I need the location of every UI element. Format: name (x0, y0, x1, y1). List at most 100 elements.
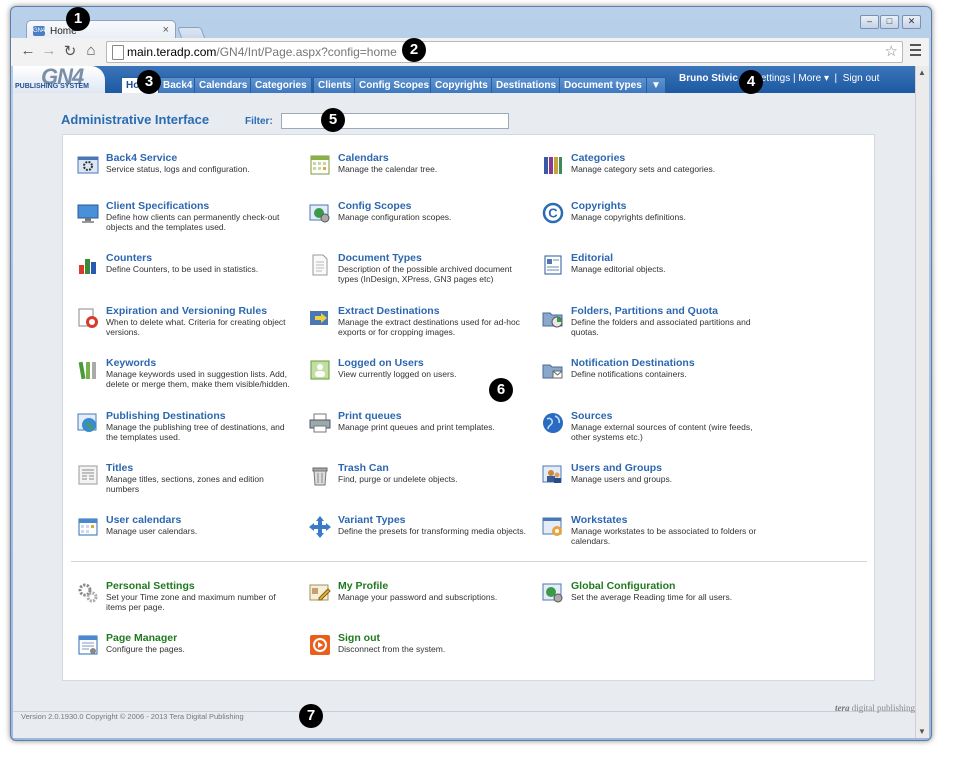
admin-item-title[interactable]: Workstates (571, 514, 627, 526)
nav-tab-more[interactable]: ▼ (646, 77, 666, 93)
document-icon[interactable] (309, 254, 331, 276)
admin-item-description: Define the presets for transforming medi… (338, 526, 527, 536)
signout-icon[interactable] (309, 634, 331, 656)
personal-item-title[interactable]: Sign out (338, 632, 380, 644)
admin-item-title[interactable]: Document Types (338, 252, 422, 264)
maximize-button[interactable]: □ (880, 15, 899, 29)
admin-item-title[interactable]: Users and Groups (571, 462, 662, 474)
admin-item-title[interactable]: Folders, Partitions and Quota (571, 305, 718, 317)
gear-window-icon[interactable] (77, 154, 99, 176)
callout-marker-5: 5 (321, 108, 345, 132)
admin-item-title[interactable]: Print queues (338, 410, 402, 422)
nav-tab-copyrights[interactable]: Copyrights (430, 77, 493, 93)
personal-item-title[interactable]: My Profile (338, 580, 388, 592)
global-config-icon[interactable] (542, 582, 564, 604)
folder-chart-icon[interactable] (542, 307, 564, 329)
personal-item-description: Disconnect from the system. (338, 644, 446, 654)
link-separator: | (834, 73, 838, 84)
nav-tab-document-types[interactable]: Document types (559, 77, 647, 93)
forward-arrow-icon[interactable]: → (40, 42, 58, 59)
filter-label: Filter: (245, 116, 273, 127)
nav-tab-destinations[interactable]: Destinations (491, 77, 562, 93)
monitor-icon[interactable] (77, 202, 99, 224)
nav-tab-config-scopes[interactable]: Config Scopes (354, 77, 435, 93)
admin-item-title[interactable]: Expiration and Versioning Rules (106, 305, 267, 317)
users-icon[interactable] (542, 464, 564, 486)
admin-item-title[interactable]: Back4 Service (106, 152, 177, 164)
keywords-icon[interactable] (77, 359, 99, 381)
admin-item-title[interactable]: Sources (571, 410, 612, 422)
profile-icon[interactable] (309, 582, 331, 604)
nav-tab-calendars[interactable]: Calendars (194, 77, 253, 93)
user-calendar-icon[interactable] (77, 516, 99, 538)
personal-item-title[interactable]: Personal Settings (106, 580, 195, 592)
tera-logo: tera digital publishing (835, 703, 916, 713)
signout-link[interactable]: Sign out (843, 73, 880, 84)
reload-icon[interactable]: ↻ (61, 42, 79, 60)
notification-icon[interactable] (542, 359, 564, 381)
admin-item-title[interactable]: Keywords (106, 357, 156, 369)
browser-menu-icon[interactable] (910, 44, 921, 59)
admin-item-title[interactable]: Extract Destinations (338, 305, 440, 317)
personal-item-description: Set your Time zone and maximum number of… (106, 592, 276, 612)
personal-item-title[interactable]: Page Manager (106, 632, 177, 644)
admin-item-title[interactable]: Categories (571, 152, 625, 164)
nav-tab-categories[interactable]: Categories (250, 77, 312, 93)
page-manager-icon[interactable] (77, 634, 99, 656)
gn4-logo[interactable]: GN4 PUBLISHING SYSTEM (13, 64, 105, 93)
close-window-button[interactable]: ✕ (902, 15, 921, 29)
minimize-button[interactable]: – (860, 15, 879, 29)
link-separator: | (793, 73, 796, 84)
earth-icon[interactable] (542, 412, 564, 434)
calendar-icon[interactable] (309, 154, 331, 176)
globe-window-icon[interactable] (309, 202, 331, 224)
url-text[interactable]: main.teradp.com/GN4/Int/Page.aspx?config… (127, 45, 397, 59)
admin-item-title[interactable]: Copyrights (571, 200, 626, 212)
printer-icon[interactable] (309, 412, 331, 434)
admin-item-title[interactable]: Publishing Destinations (106, 410, 226, 422)
admin-item-description: Manage editorial objects. (571, 264, 666, 274)
export-icon[interactable] (309, 307, 331, 329)
workstates-icon[interactable] (542, 516, 564, 538)
back-arrow-icon[interactable]: ← (19, 42, 37, 59)
filter-input[interactable] (281, 113, 509, 129)
user-window-icon[interactable] (309, 359, 331, 381)
gears-icon[interactable] (77, 582, 99, 604)
trash-icon[interactable] (309, 464, 331, 486)
admin-item-title[interactable]: Editorial (571, 252, 613, 264)
admin-item-title[interactable]: Config Scopes (338, 200, 412, 212)
more-link[interactable]: More ▾ (798, 73, 829, 84)
admin-item-title[interactable]: Counters (106, 252, 152, 264)
admin-item-title[interactable]: Notification Destinations (571, 357, 695, 369)
admin-item-description: Manage keywords used in suggestion lists… (106, 369, 290, 389)
copyright-icon[interactable]: C (542, 202, 564, 224)
expiration-icon[interactable] (77, 307, 99, 329)
move-arrows-icon[interactable] (309, 516, 331, 538)
titles-icon[interactable] (77, 464, 99, 486)
admin-item-title[interactable]: Titles (106, 462, 133, 474)
admin-item-title[interactable]: User calendars (106, 514, 181, 526)
books-icon[interactable] (542, 154, 564, 176)
tab-close-icon[interactable]: × (163, 24, 169, 36)
admin-item-title[interactable]: Logged on Users (338, 357, 424, 369)
bookmark-star-icon[interactable]: ☆ (885, 42, 898, 60)
personal-item-title[interactable]: Global Configuration (571, 580, 675, 592)
scroll-up-icon[interactable]: ▲ (918, 68, 926, 77)
globe-icon[interactable] (77, 412, 99, 434)
home-icon[interactable]: ⌂ (82, 42, 100, 59)
admin-item-title[interactable]: Client Specifications (106, 200, 209, 212)
admin-item-title[interactable]: Calendars (338, 152, 389, 164)
scroll-down-icon[interactable]: ▼ (918, 727, 926, 736)
nav-tab-back4[interactable]: Back4 (158, 77, 198, 93)
address-bar[interactable]: main.teradp.com/GN4/Int/Page.aspx?config… (106, 41, 903, 63)
nav-tab-clients[interactable]: Clients (313, 77, 357, 93)
admin-item-title[interactable]: Trash Can (338, 462, 389, 474)
svg-text:C: C (548, 206, 558, 221)
bar-chart-icon[interactable] (77, 254, 99, 276)
admin-item-description: Define how clients can permanently check… (106, 212, 280, 232)
callout-marker-3: 3 (137, 70, 161, 94)
editorial-icon[interactable] (542, 254, 564, 276)
admin-item-description: Manage users and groups. (571, 474, 673, 484)
admin-item-title[interactable]: Variant Types (338, 514, 406, 526)
vertical-scrollbar[interactable]: ▲ ▼ (915, 66, 929, 738)
